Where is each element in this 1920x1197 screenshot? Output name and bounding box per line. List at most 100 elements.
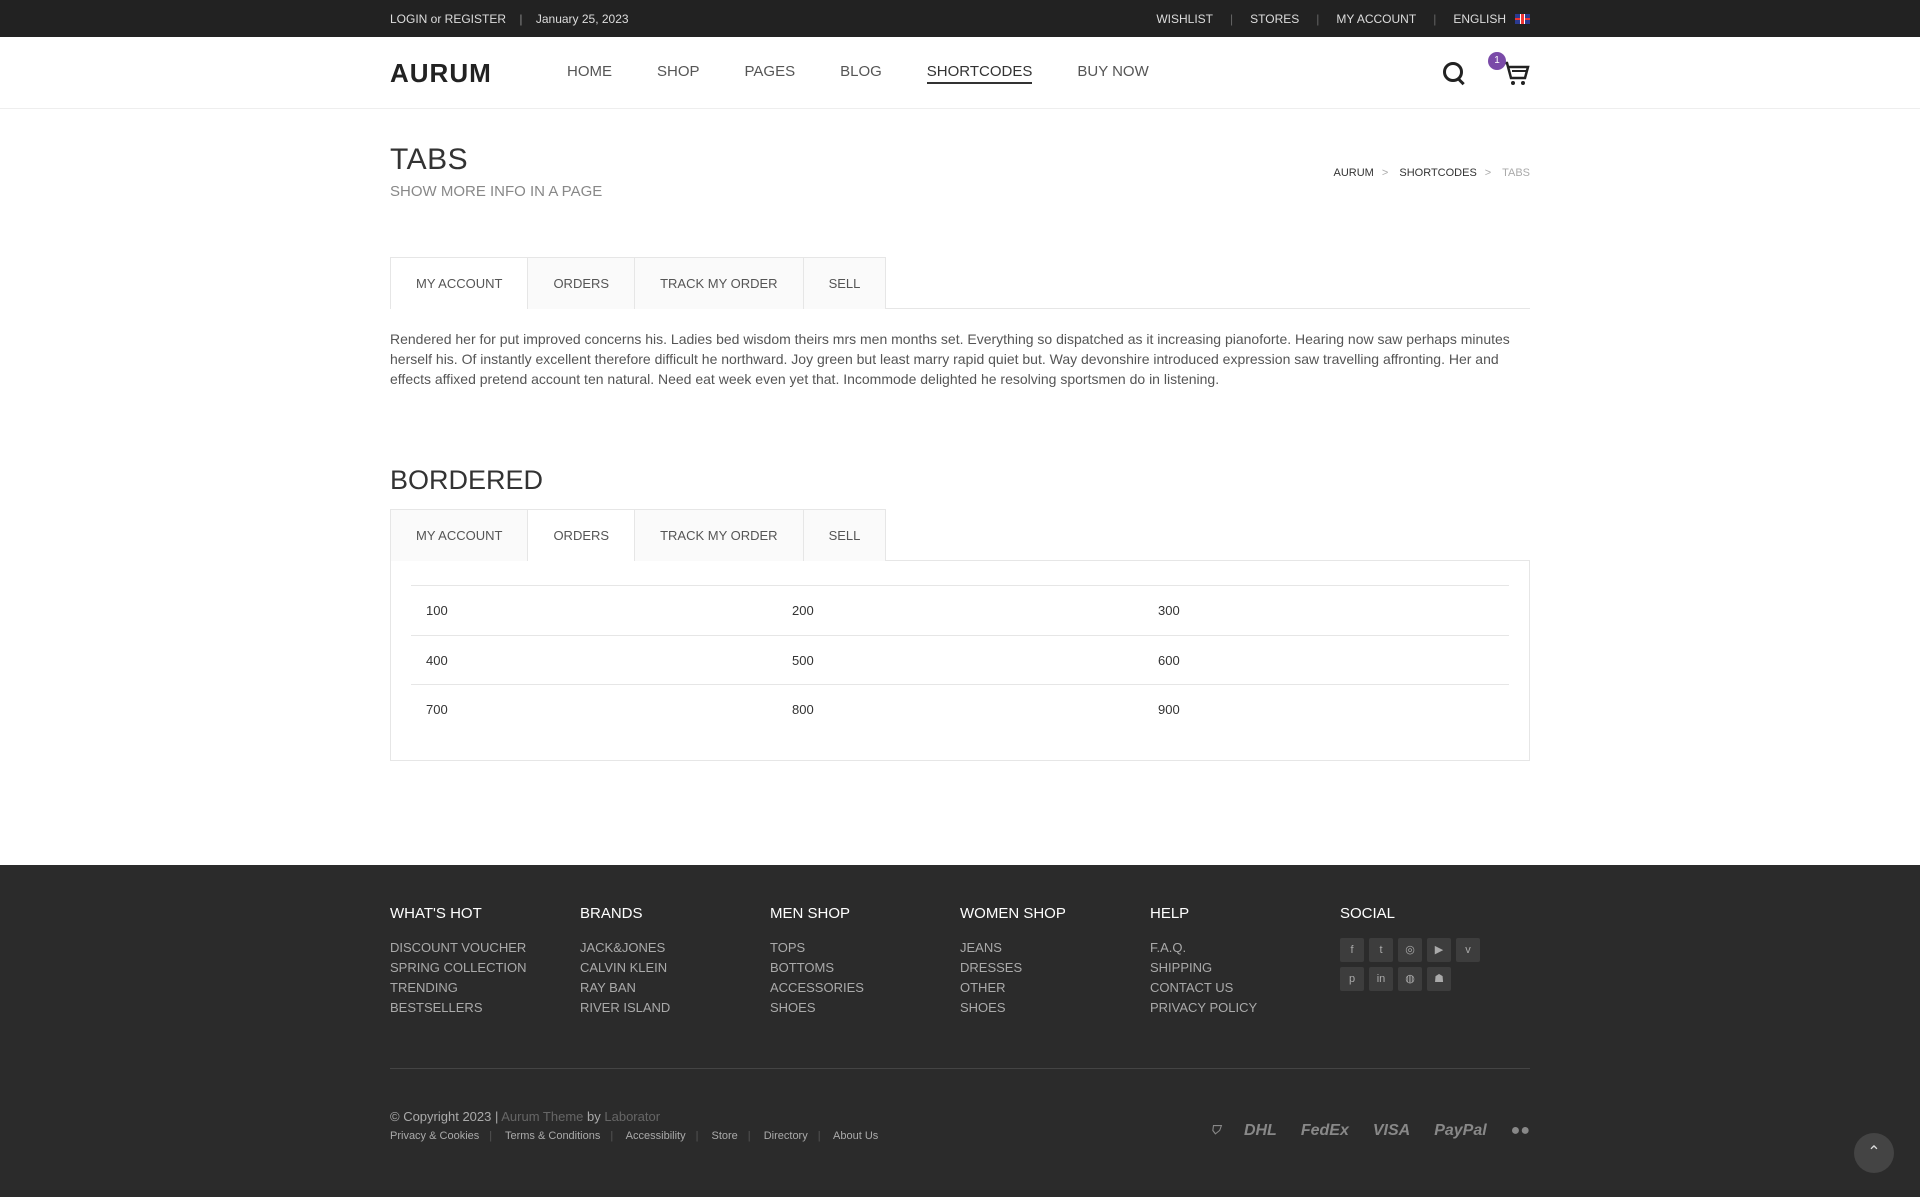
footer-link[interactable]: CALVIN KLEIN <box>580 958 770 978</box>
instagram-icon[interactable]: ◎ <box>1398 938 1422 962</box>
page-title-section: TABS SHOW MORE INFO IN A PAGE AURUM > SHO… <box>390 109 1530 257</box>
tab-my-account[interactable]: MY ACCOUNT <box>390 509 528 561</box>
dribbble-icon[interactable]: ◍ <box>1398 967 1422 991</box>
privacy-cookies-link[interactable]: Privacy & Cookies <box>390 1130 479 1142</box>
tab-sell[interactable]: SELL <box>802 257 887 309</box>
site-header: AURUM HOME SHOP PAGES BLOG SHORTCODES BU… <box>0 37 1920 109</box>
footer-col-women-shop: WOMEN SHOP JEANS DRESSES OTHER SHOES <box>960 905 1150 1068</box>
table-cell: 500 <box>777 635 1143 685</box>
visa-icon: VISA <box>1372 1121 1411 1139</box>
nav-shop[interactable]: SHOP <box>657 63 700 84</box>
site-logo[interactable]: AURUM <box>390 58 567 89</box>
site-footer: WHAT'S HOT DISCOUNT VOUCHER SPRING COLLE… <box>0 865 1920 1197</box>
footer-link[interactable]: TOPS <box>770 938 960 958</box>
theme-link[interactable]: Aurum Theme <box>501 1109 583 1124</box>
footer-col-whats-hot: WHAT'S HOT DISCOUNT VOUCHER SPRING COLLE… <box>390 905 580 1068</box>
footer-link[interactable]: SHOES <box>770 998 960 1018</box>
pinterest-icon[interactable]: p <box>1340 967 1364 991</box>
bordered-heading: BORDERED <box>390 465 544 495</box>
table-cell: 900 <box>1143 684 1509 734</box>
linkedin-icon[interactable]: in <box>1369 967 1393 991</box>
table-row: 400 500 600 <box>411 635 1509 685</box>
footer-link[interactable]: SPRING COLLECTION <box>390 958 580 978</box>
login-register-link[interactable]: LOGIN or REGISTER <box>390 12 506 26</box>
snapchat-icon[interactable]: ☗ <box>1427 967 1451 991</box>
footer-link[interactable]: JEANS <box>960 938 1150 958</box>
table-cell: 400 <box>411 635 777 685</box>
footer-link[interactable]: OTHER <box>960 978 1150 998</box>
tab-orders[interactable]: ORDERS <box>527 257 635 309</box>
footer-col-title: MEN SHOP <box>770 905 851 922</box>
footer-link[interactable]: RAY BAN <box>580 978 770 998</box>
nav-buy-now[interactable]: BUY NOW <box>1077 63 1148 84</box>
tab-sell[interactable]: SELL <box>802 509 887 561</box>
wishlist-link[interactable]: WISHLIST <box>1156 12 1213 26</box>
accessibility-link[interactable]: Accessibility <box>626 1130 686 1142</box>
cart-count-badge: 1 <box>1488 52 1506 70</box>
tab-track-my-order[interactable]: TRACK MY ORDER <box>634 509 803 561</box>
ups-icon: ⛉ <box>1210 1123 1220 1137</box>
tabs-bordered: MY ACCOUNT ORDERS TRACK MY ORDER SELL <box>390 509 1530 562</box>
about-us-link[interactable]: About Us <box>833 1130 878 1142</box>
vimeo-icon[interactable]: v <box>1456 938 1480 962</box>
nav-home[interactable]: HOME <box>567 63 612 84</box>
cart-button[interactable]: 1 <box>1488 52 1530 86</box>
table-cell: 600 <box>1143 635 1509 685</box>
footer-col-help: HELP F.A.Q. SHIPPING CONTACT US PRIVACY … <box>1150 905 1340 1068</box>
footer-link[interactable]: BOTTOMS <box>770 958 960 978</box>
footer-col-title: BRANDS <box>580 905 643 922</box>
footer-link[interactable]: RIVER ISLAND <box>580 998 770 1018</box>
nav-blog[interactable]: BLOG <box>840 63 882 84</box>
table-cell: 300 <box>1143 585 1509 636</box>
orders-table: 100 200 300 400 500 600 700 800 900 <box>411 585 1509 734</box>
language-selector[interactable]: ENGLISH <box>1453 12 1506 26</box>
tab-track-my-order[interactable]: TRACK MY ORDER <box>634 257 803 309</box>
facebook-icon[interactable]: f <box>1340 938 1364 962</box>
nav-shortcodes[interactable]: SHORTCODES <box>926 63 1033 84</box>
footer-link[interactable]: SHOES <box>960 998 1150 1018</box>
store-link[interactable]: Store <box>712 1130 738 1142</box>
footer-link[interactable]: BESTSELLERS <box>390 998 580 1018</box>
youtube-icon[interactable]: ▶ <box>1427 938 1451 962</box>
table-row: 700 800 900 <box>411 684 1509 734</box>
stores-link[interactable]: STORES <box>1250 12 1299 26</box>
author-link[interactable]: Laborator <box>604 1109 660 1124</box>
footer-link[interactable]: JACK&JONES <box>580 938 770 958</box>
footer-link[interactable]: PRIVACY POLICY <box>1150 998 1340 1018</box>
breadcrumb-current: TABS <box>1502 167 1530 179</box>
dhl-icon: DHL <box>1243 1121 1277 1139</box>
copyright: © Copyright 2023 | Aurum Theme by Labora… <box>390 1109 661 1124</box>
table-cell: 800 <box>777 684 1143 734</box>
footer-link[interactable]: SHIPPING <box>1150 958 1340 978</box>
tab-content-text: Rendered her for put improved concerns h… <box>390 331 1510 387</box>
top-bar: LOGIN or REGISTER | January 25, 2023 WIS… <box>0 0 1920 37</box>
directory-link[interactable]: Directory <box>764 1130 808 1142</box>
payment-methods: ⛉ DHL FedEx VISA PayPal ●● <box>1211 1119 1530 1142</box>
search-icon[interactable] <box>1442 61 1466 85</box>
twitter-icon[interactable]: t <box>1369 938 1393 962</box>
paypal-icon: PayPal <box>1434 1121 1487 1139</box>
breadcrumb-shortcodes[interactable]: SHORTCODES <box>1399 167 1476 179</box>
footer-link[interactable]: ACCESSORIES <box>770 978 960 998</box>
footer-link[interactable]: DISCOUNT VOUCHER <box>390 938 580 958</box>
tab-orders[interactable]: ORDERS <box>527 509 635 562</box>
uk-flag-icon <box>1515 13 1530 24</box>
scroll-to-top-button[interactable]: ⌃ <box>1854 1133 1894 1173</box>
breadcrumb: AURUM > SHORTCODES > TABS <box>1333 167 1530 179</box>
footer-col-social: SOCIAL f t ◎ ▶ v p in ◍ ☗ <box>1340 905 1530 1068</box>
footer-col-title: SOCIAL <box>1340 905 1396 922</box>
footer-link[interactable]: CONTACT US <box>1150 978 1340 998</box>
footer-link[interactable]: TRENDING <box>390 978 580 998</box>
footer-col-title: WOMEN SHOP <box>960 905 1066 922</box>
table-row: 100 200 300 <box>411 585 1509 636</box>
tab-my-account[interactable]: MY ACCOUNT <box>390 257 528 310</box>
current-date: January 25, 2023 <box>535 11 629 26</box>
terms-link[interactable]: Terms & Conditions <box>505 1130 600 1142</box>
nav-pages[interactable]: PAGES <box>745 63 796 84</box>
fedex-icon: FedEx <box>1300 1121 1349 1139</box>
footer-link[interactable]: F.A.Q. <box>1150 938 1340 958</box>
footer-link[interactable]: DRESSES <box>960 958 1150 978</box>
my-account-link[interactable]: MY ACCOUNT <box>1336 12 1416 26</box>
table-cell: 100 <box>411 585 777 636</box>
breadcrumb-home[interactable]: AURUM <box>1334 167 1374 179</box>
